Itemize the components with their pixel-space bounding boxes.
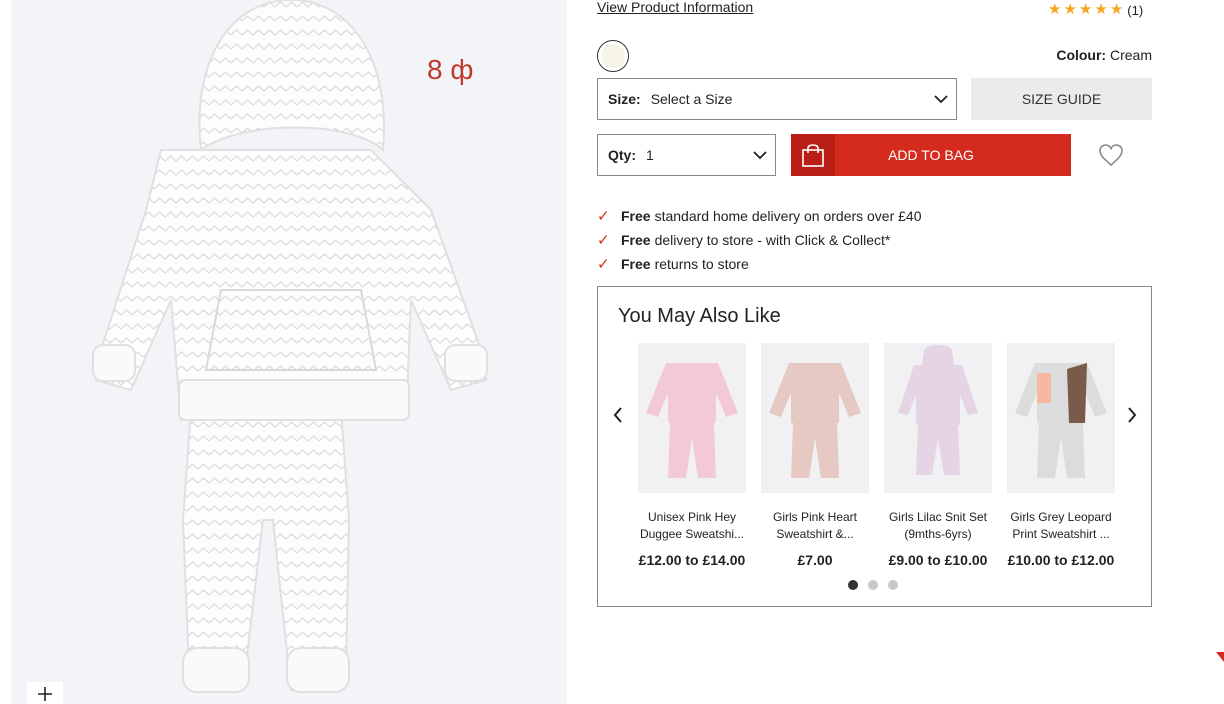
benefit-item: ✓ Free returns to store (597, 252, 922, 276)
checkmark-icon: ✓ (597, 256, 610, 273)
quantity-select[interactable]: Qty: 1 (597, 134, 776, 176)
colour-label-value: Cream (1109, 47, 1152, 63)
image-overlay-label: 8 ф (427, 54, 474, 85)
recommendation-card[interactable]: Unisex Pink Hey Duggee Sweatshi... £12.0… (638, 343, 746, 568)
recommendation-name: Girls Pink Heart Sweatshirt &... (772, 510, 858, 541)
benefit-text: delivery to store - with Click & Collect… (654, 232, 891, 248)
add-to-bag-button[interactable]: ADD TO BAG (791, 134, 1071, 176)
size-select-label: Size: (608, 91, 641, 107)
benefit-text: returns to store (654, 256, 749, 272)
chevron-left-icon (613, 407, 622, 423)
recommendation-price: £9.00 to £10.00 (888, 552, 988, 568)
star-icon: ★ (1063, 1, 1077, 18)
benefit-bold: Free (621, 256, 651, 272)
benefit-item: ✓ Free standard home delivery on orders … (597, 204, 922, 228)
size-select[interactable]: Size: Select a Size (597, 78, 957, 120)
recommendation-name: Unisex Pink Hey Duggee Sweatshi... (639, 510, 745, 541)
chevron-right-icon (1128, 407, 1137, 423)
product-rating[interactable]: ★ ★ ★ ★ ★ (1) (1048, 2, 1143, 18)
carousel-dot-1[interactable] (848, 580, 858, 590)
chevron-down-icon (753, 151, 767, 160)
quantity-select-label: Qty: (608, 147, 636, 163)
carousel-next-button[interactable] (1122, 403, 1142, 427)
add-to-bag-label: ADD TO BAG (888, 147, 974, 163)
star-icon: ★ (1078, 1, 1093, 18)
quantity-select-value: 1 (646, 147, 654, 163)
feedback-tab[interactable] (1216, 652, 1224, 704)
zoom-button[interactable] (27, 682, 63, 704)
benefit-item: ✓ Free delivery to store - with Click & … (597, 228, 922, 252)
recommendation-name: Girls Grey Leopard Print Sweatshirt ... (1010, 510, 1112, 541)
swatch-fill (601, 44, 625, 68)
recommendation-price: £12.00 to £14.00 (638, 552, 746, 568)
recommendations-title: You May Also Like (618, 305, 781, 327)
recommendation-image (761, 343, 869, 493)
recommendation-name: Girls Lilac Snit Set (9mths-6yrs) (888, 510, 988, 541)
checkmark-icon: ✓ (597, 208, 610, 225)
recommendations-panel: You May Also Like Unisex Pink Hey Duggee… (597, 286, 1152, 607)
star-icon: ★ (1109, 1, 1124, 18)
recommendation-image (1007, 343, 1115, 493)
benefit-bold: Free (621, 232, 651, 248)
carousel-dot-3[interactable] (888, 580, 898, 590)
chevron-down-icon (934, 95, 948, 104)
star-icon: ★ (1094, 1, 1108, 18)
rating-count: (1) (1127, 2, 1144, 18)
star-icon: ★ (1048, 1, 1062, 18)
colour-label: Colour: Cream (1056, 47, 1152, 63)
recommendation-image (638, 343, 746, 493)
recommendation-card[interactable]: Girls Lilac Snit Set (9mths-6yrs) £9.00 … (884, 343, 992, 568)
plus-icon (38, 687, 52, 701)
recommendation-card[interactable]: Girls Pink Heart Sweatshirt &... £7.00 (761, 343, 869, 568)
delivery-benefits-list: ✓ Free standard home delivery on orders … (597, 204, 922, 276)
recommendation-price: £7.00 (797, 552, 833, 568)
checkmark-icon: ✓ (597, 232, 610, 249)
product-image (92, 0, 488, 693)
carousel-prev-button[interactable] (608, 403, 628, 427)
colour-label-key: Colour: (1056, 47, 1107, 63)
carousel-dot-2[interactable] (868, 580, 878, 590)
recommendation-price: £10.00 to £12.00 (1007, 552, 1115, 568)
colour-swatch-cream[interactable] (597, 40, 629, 72)
product-image-panel[interactable]: 8 ф (11, 0, 567, 704)
shopping-bag-icon (802, 144, 824, 167)
size-select-value: Select a Size (650, 91, 733, 107)
benefit-bold: Free (621, 208, 651, 224)
recommendation-card[interactable]: Girls Grey Leopard Print Sweatshirt ... … (1007, 343, 1115, 568)
recommendation-image (884, 343, 992, 493)
carousel-pagination (848, 580, 898, 590)
benefit-text: standard home delivery on orders over £4… (654, 208, 922, 224)
view-product-information-link[interactable]: View Product Information (597, 0, 753, 15)
bag-icon-box (791, 134, 835, 176)
size-guide-button[interactable]: SIZE GUIDE (971, 78, 1152, 120)
heart-icon[interactable] (1098, 143, 1124, 167)
